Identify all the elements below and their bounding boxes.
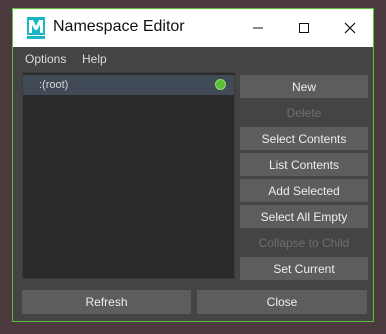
title-bar[interactable]: Namespace Editor	[13, 9, 373, 47]
select-all-empty-button[interactable]: Select All Empty	[240, 205, 368, 228]
namespace-row-label: :(root)	[39, 79, 69, 91]
delete-button[interactable]: Delete	[240, 101, 368, 124]
close-button[interactable]: Close	[197, 290, 367, 314]
window-title: Namespace Editor	[53, 18, 185, 35]
menu-options[interactable]: Options	[25, 52, 66, 66]
maya-logo-icon	[27, 17, 45, 39]
maximize-button[interactable]	[281, 9, 327, 47]
list-contents-button[interactable]: List Contents	[240, 153, 368, 176]
add-selected-button[interactable]: Add Selected	[240, 179, 368, 202]
close-icon	[344, 22, 356, 34]
menu-help[interactable]: Help	[82, 52, 107, 66]
minimize-button[interactable]	[235, 9, 281, 47]
namespace-list[interactable]: :(root)	[22, 72, 235, 279]
namespace-row-root[interactable]: :(root)	[23, 75, 234, 95]
current-namespace-indicator-icon	[215, 79, 226, 90]
refresh-button[interactable]: Refresh	[22, 290, 191, 314]
new-button[interactable]: New	[240, 75, 368, 98]
minimize-icon	[253, 27, 263, 29]
select-contents-button[interactable]: Select Contents	[240, 127, 368, 150]
maximize-icon	[299, 23, 309, 33]
namespace-editor-window: Namespace Editor Options Help :(root) Ne	[12, 8, 374, 322]
close-window-button[interactable]	[327, 9, 373, 47]
set-current-button[interactable]: Set Current	[240, 257, 368, 280]
collapse-to-child-button[interactable]: Collapse to Child	[240, 231, 368, 254]
menu-bar: Options Help	[13, 47, 373, 71]
